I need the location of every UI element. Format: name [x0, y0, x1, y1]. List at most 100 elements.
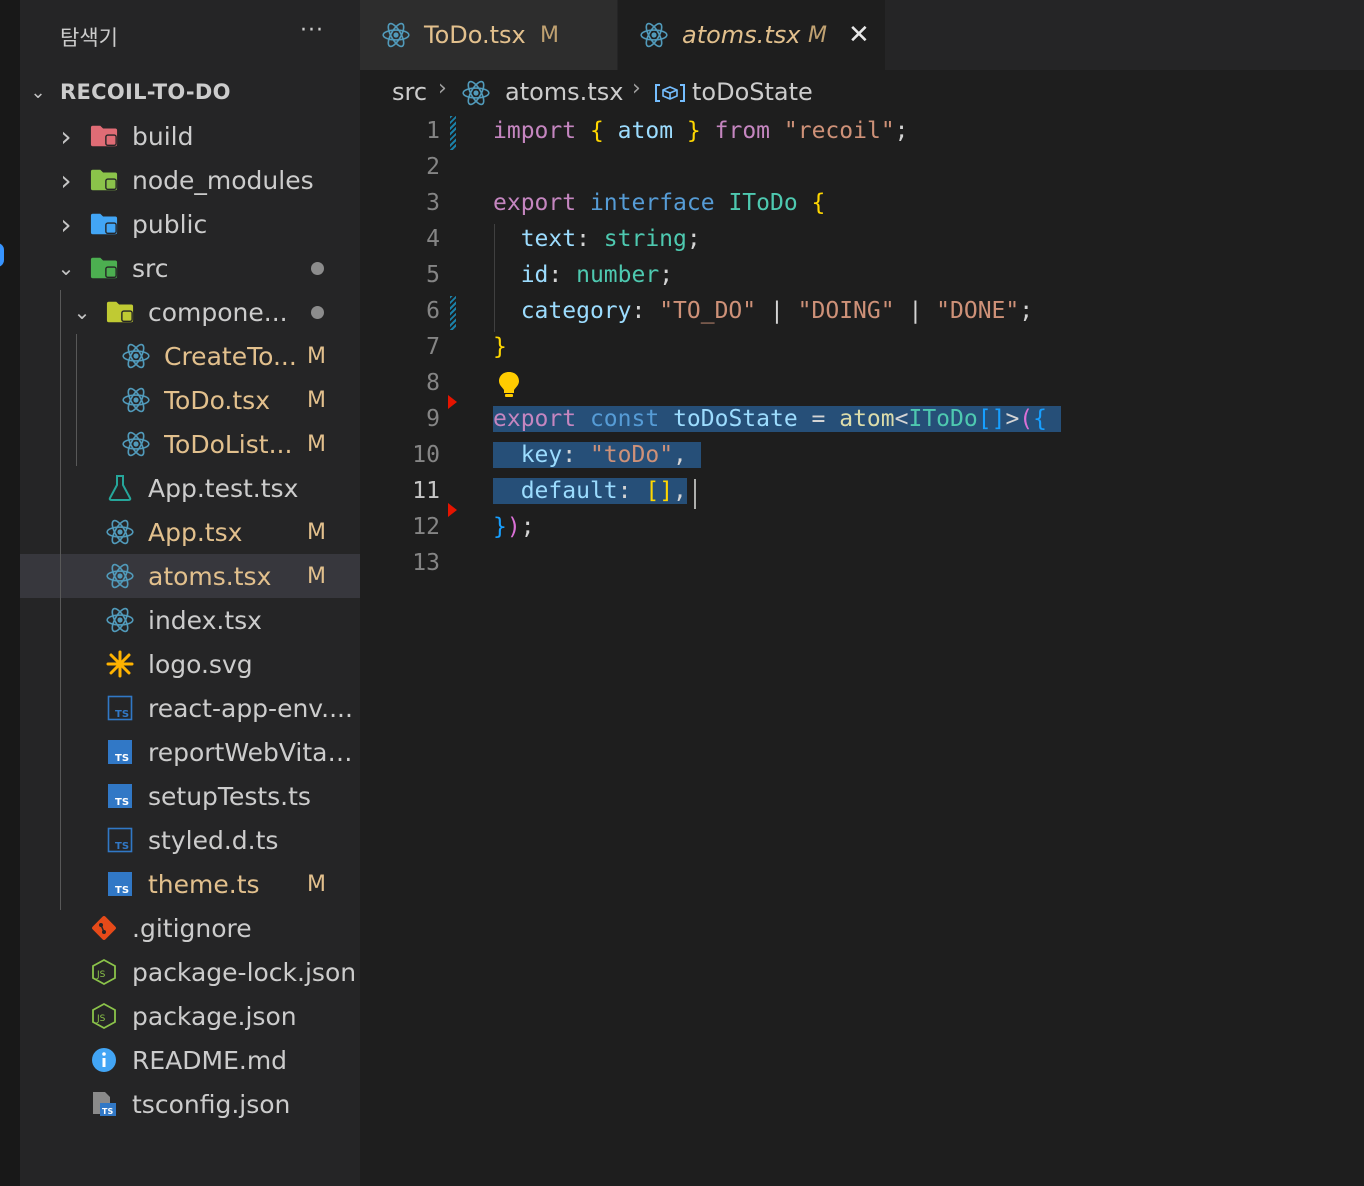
- nodejs-icon: JS: [90, 1002, 118, 1030]
- svg-text:JS: JS: [96, 970, 106, 980]
- react-icon: [122, 342, 150, 370]
- line-number: 6: [426, 298, 440, 324]
- react-icon: [106, 606, 134, 634]
- typescript-icon: TS: [106, 870, 134, 898]
- tree-item-logo-svg[interactable]: logo.svg: [20, 642, 360, 686]
- modified-badge: M: [307, 519, 326, 545]
- git-icon: [90, 914, 118, 942]
- chevron-right-icon[interactable]: ›: [58, 164, 74, 197]
- tree-item-label: tsconfig.json: [132, 1089, 291, 1119]
- tree-item-styled-d-ts[interactable]: TS styled.d.ts: [20, 818, 360, 862]
- tree-item-label: App.test.tsx: [148, 473, 299, 503]
- explorer-sidebar: 탐색기 ··· ⌄ RECOIL-TO-DO › build › node_module…: [20, 0, 360, 1186]
- modified-badge: M: [307, 871, 326, 897]
- tree-item-label: logo.svg: [148, 649, 253, 679]
- tree-item-react-app-env[interactable]: TS react-app-env....: [20, 686, 360, 730]
- more-actions-icon[interactable]: ···: [300, 18, 324, 43]
- tree-item-label: styled.d.ts: [148, 825, 279, 855]
- typescript-icon: TS: [106, 738, 134, 766]
- modified-badge: M: [307, 431, 326, 457]
- chevron-down-icon: ⌄: [30, 81, 46, 103]
- tree-item-setuptests-ts[interactable]: TS setupTests.ts: [20, 774, 360, 818]
- chevron-down-icon[interactable]: ⌄: [74, 300, 91, 324]
- code-line: 3 export interface IToDo {: [360, 188, 1364, 224]
- tree-item-src[interactable]: ⌄ src: [20, 246, 360, 290]
- tree-item-todo-tsx[interactable]: ToDo.tsx M: [20, 378, 360, 422]
- editor-area: ToDo.tsx M atoms.tsx M ✕ src › atoms.tsx…: [360, 0, 1364, 1186]
- tab-atoms-tsx[interactable]: atoms.tsx M ✕: [618, 0, 885, 70]
- code-line: 5 id: number;: [360, 260, 1364, 296]
- modified-badge: M: [307, 387, 326, 413]
- tab-bar: ToDo.tsx M atoms.tsx M ✕: [360, 0, 1364, 70]
- text-cursor: [694, 479, 696, 509]
- tree-item-label: ToDo.tsx: [164, 385, 270, 415]
- tree-item-build[interactable]: › build: [20, 114, 360, 158]
- line-number: 10: [412, 442, 440, 468]
- react-icon: [122, 386, 150, 414]
- line-number: 1: [426, 118, 440, 144]
- explorer-root-folder[interactable]: ⌄ RECOIL-TO-DO: [20, 70, 360, 114]
- breadcrumb-file[interactable]: atoms.tsx: [505, 78, 623, 106]
- typescript-icon: TS: [106, 782, 134, 810]
- tree-item-label: package.json: [132, 1001, 297, 1031]
- code-text: default: [],: [493, 478, 687, 504]
- tree-item-todolist[interactable]: ToDoList... M: [20, 422, 360, 466]
- svg-text:TS: TS: [115, 709, 129, 720]
- tab-todo-tsx[interactable]: ToDo.tsx M: [360, 0, 617, 70]
- breadcrumb-folder[interactable]: src: [392, 78, 427, 106]
- tree-item-compone[interactable]: ⌄ compone...: [20, 290, 360, 334]
- tree-item-reportwebvital[interactable]: TS reportWebVital...: [20, 730, 360, 774]
- typescript-def-icon: TS: [106, 694, 134, 722]
- tree-item-theme-ts[interactable]: TS theme.ts M: [20, 862, 360, 906]
- line-number: 9: [426, 406, 440, 432]
- tree-item-atoms-tsx[interactable]: atoms.tsx M: [20, 554, 360, 598]
- folder-build-icon: [90, 122, 118, 150]
- line-number: 3: [426, 190, 440, 216]
- close-tab-icon[interactable]: ✕: [848, 20, 870, 50]
- chevron-right-icon[interactable]: ›: [58, 208, 74, 241]
- svg-text:JS: JS: [96, 1014, 106, 1024]
- line-number: 12: [412, 514, 440, 540]
- typescript-def-icon: TS: [106, 826, 134, 854]
- tree-item-app-test-tsx[interactable]: App.test.tsx: [20, 466, 360, 510]
- line-number: 2: [426, 154, 440, 180]
- tree-item-tsconfig-json[interactable]: TS tsconfig.json: [20, 1082, 360, 1126]
- activity-bar: [0, 0, 20, 1186]
- tree-item-index-tsx[interactable]: index.tsx: [20, 598, 360, 642]
- react-icon: [122, 430, 150, 458]
- chevron-down-icon[interactable]: ⌄: [58, 256, 75, 280]
- tree-item-label: index.tsx: [148, 605, 262, 635]
- tree-item-label: package-lock.json: [132, 957, 357, 987]
- svg-text:TS: TS: [102, 1107, 113, 1116]
- folder-src-icon: [90, 254, 118, 282]
- tree-item-createto[interactable]: CreateTo... M: [20, 334, 360, 378]
- explorer-title: 탐색기: [60, 26, 118, 50]
- tree-item-public[interactable]: › public: [20, 202, 360, 246]
- tree-item-readme-md[interactable]: README.md: [20, 1038, 360, 1082]
- breadcrumb-symbol[interactable]: toDoState: [692, 78, 813, 106]
- tree-item-app-tsx[interactable]: App.tsx M: [20, 510, 360, 554]
- react-icon: [382, 21, 410, 53]
- tree-item-node-modules[interactable]: › node_modules: [20, 158, 360, 202]
- react-icon: [106, 562, 134, 590]
- react-icon: [462, 79, 490, 111]
- code-line: 6 category: "TO_DO" | "DOING" | "DONE";: [360, 296, 1364, 332]
- breadcrumb: src › atoms.tsx › toDoState: [360, 70, 1364, 116]
- line-number: 4: [426, 226, 440, 252]
- chevron-right-icon: ›: [632, 76, 641, 101]
- svg-asterisk-icon: [106, 650, 134, 678]
- tree-item-gitignore[interactable]: .gitignore: [20, 906, 360, 950]
- folder-components-icon: [106, 298, 134, 326]
- chevron-right-icon[interactable]: ›: [58, 120, 74, 153]
- tree-item-package-json[interactable]: JS package.json: [20, 994, 360, 1038]
- code-line: 11 default: [],: [360, 476, 1364, 512]
- code-line: 2: [360, 152, 1364, 188]
- lightbulb-icon[interactable]: [496, 370, 522, 404]
- react-icon: [106, 518, 134, 546]
- code-text: text: string;: [520, 226, 701, 252]
- tree-item-package-lock-json[interactable]: JS package-lock.json: [20, 950, 360, 994]
- svg-text:TS: TS: [115, 885, 129, 896]
- line-number: 8: [426, 370, 440, 396]
- tree-item-label: react-app-env....: [148, 693, 353, 723]
- code-text: category: "TO_DO" | "DOING" | "DONE";: [520, 298, 1034, 324]
